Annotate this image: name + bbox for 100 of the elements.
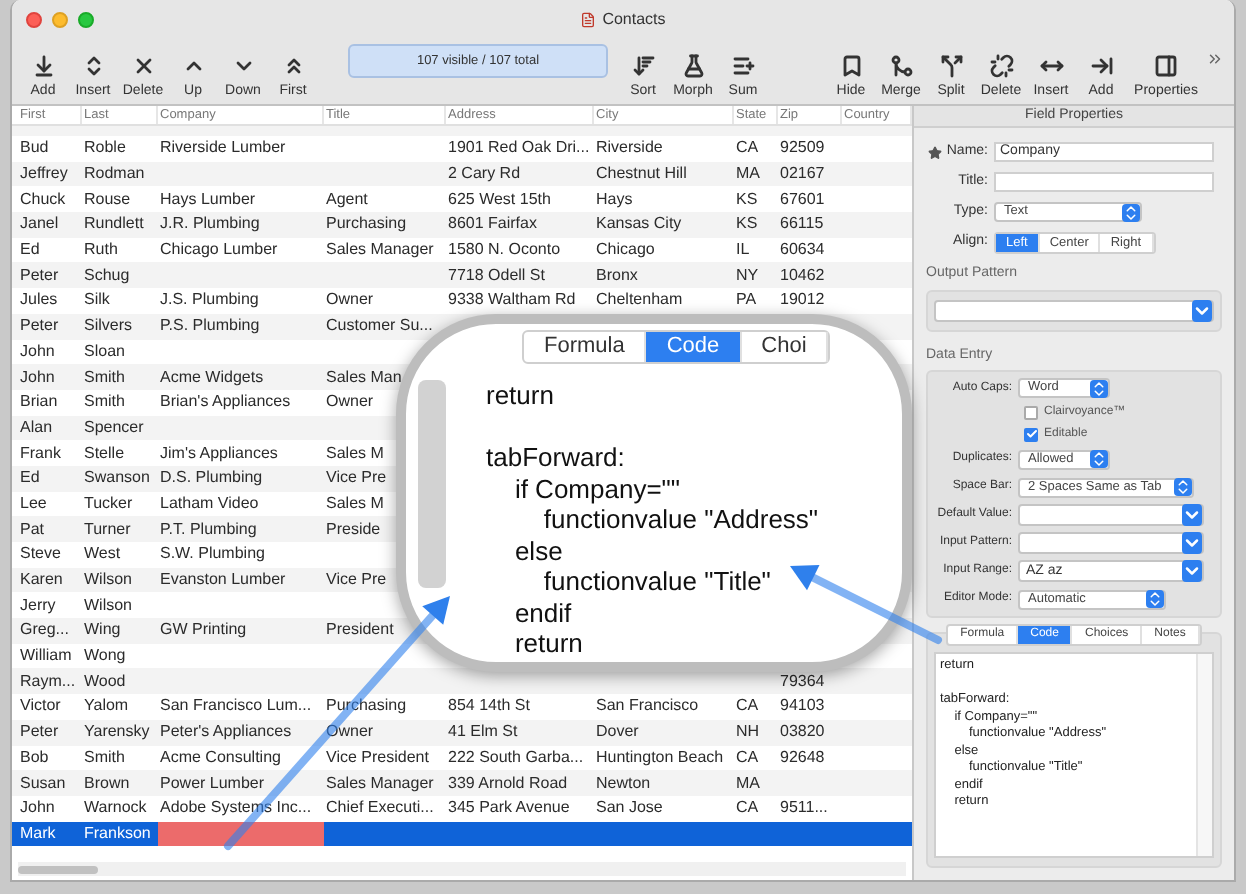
table-cell: John xyxy=(18,341,55,362)
table-cell: San Jose xyxy=(594,798,663,819)
table-cell: Mark xyxy=(18,823,56,844)
table-cell: 66115 xyxy=(778,214,824,235)
table-cell: Chicago xyxy=(594,240,655,261)
table-cell: Riverside xyxy=(594,138,663,159)
table-cell: Huntington Beach xyxy=(594,747,724,768)
table-cell: 03820 xyxy=(778,722,825,743)
table-cell: 9511... xyxy=(778,798,828,819)
table-cell: 9338 Waltham Rd xyxy=(446,290,576,311)
table-cell: 854 14th St xyxy=(446,696,530,717)
table-cell: William xyxy=(18,646,72,667)
table-cell: Sales M xyxy=(324,493,384,514)
table-cell: Stelle xyxy=(82,443,125,464)
table-cell: Jim's Appliances xyxy=(158,443,278,464)
table-cell: Owner xyxy=(324,392,374,413)
table-cell: Silvers xyxy=(82,316,133,337)
table-cell: Vice President xyxy=(324,747,429,768)
table-cell: CA xyxy=(734,798,759,819)
table-cell: 41 Elm St xyxy=(446,722,518,743)
table-cell: KS xyxy=(734,189,758,210)
table-cell: KS xyxy=(734,214,758,235)
table-cell: Acme Consulting xyxy=(158,747,281,768)
table-cell: Jerry xyxy=(18,595,56,616)
table-cell: Peter's Appliances xyxy=(158,722,292,743)
table-cell: Wilson xyxy=(82,595,133,616)
table-cell: Peter xyxy=(18,265,59,286)
table-cell: Brian's Appliances xyxy=(158,392,291,413)
table-cell: Hays xyxy=(594,189,633,210)
table-cell: 339 Arnold Road xyxy=(446,773,568,794)
table-cell: Agent xyxy=(324,189,368,210)
table-cell: John xyxy=(18,367,55,388)
table-cell: West xyxy=(82,544,121,565)
table-cell: Riverside Lumber xyxy=(158,138,286,159)
table-cell: Victor xyxy=(18,696,61,717)
table-cell: Ed xyxy=(18,240,40,261)
table-cell: Newton xyxy=(594,773,651,794)
table-cell: 222 South Garba... xyxy=(446,747,584,768)
table-cell: 1901 Red Oak Dri... xyxy=(446,138,590,159)
table-cell: Smith xyxy=(82,392,125,413)
table-cell: Latham Video xyxy=(158,493,259,514)
table-cell: MA xyxy=(734,164,760,185)
table-cell: Sales Man xyxy=(324,367,402,388)
table-cell: Janel xyxy=(18,214,59,235)
table-cell: Evanston Lumber xyxy=(158,570,286,591)
table-cell: 19012 xyxy=(778,290,825,311)
table-cell: Steve xyxy=(18,544,61,565)
table-cell: NH xyxy=(734,722,760,743)
table-cell: San Francisco Lum... xyxy=(158,696,312,717)
table-cell: CA xyxy=(734,747,759,768)
table-cell: 8601 Fairfax xyxy=(446,214,537,235)
table-cell: Spencer xyxy=(82,417,144,438)
table-cell: San Francisco xyxy=(594,696,699,717)
table-cell: Lee xyxy=(18,493,47,514)
table-cell: GW Printing xyxy=(158,620,247,641)
table-cell: Silk xyxy=(82,290,110,311)
table-cell: P.T. Plumbing xyxy=(158,519,257,540)
table-cell: Chuck xyxy=(18,189,66,210)
table-cell: Swanson xyxy=(82,468,150,489)
table-cell: Turner xyxy=(82,519,131,540)
table-cell: Peter xyxy=(18,316,59,337)
table-cell: Karen xyxy=(18,570,63,591)
table-cell: Vice Pre xyxy=(324,468,387,489)
table-cell: Sloan xyxy=(82,341,125,362)
table-cell: Bob xyxy=(18,747,49,768)
table-cell: Susan xyxy=(18,773,66,794)
table-cell: Hays Lumber xyxy=(158,189,256,210)
table-cell: Sales Manager xyxy=(324,773,434,794)
table-cell: Warnock xyxy=(82,798,147,819)
table-cell: MA xyxy=(734,773,760,794)
table-cell: CA xyxy=(734,696,759,717)
table-cell: Ruth xyxy=(82,240,118,261)
table-cell: Brian xyxy=(18,392,58,413)
table-cell: Rodman xyxy=(82,164,145,185)
table-cell: Bud xyxy=(18,138,49,159)
table-cell: NY xyxy=(734,265,759,286)
table-cell: 92509 xyxy=(778,138,825,159)
table-cell: Tucker xyxy=(82,493,133,514)
table-cell: Jules xyxy=(18,290,58,311)
table-cell: Brown xyxy=(82,773,130,794)
table-cell: Sales Manager xyxy=(324,240,434,261)
table-cell: 67601 xyxy=(778,189,825,210)
table-cell: Purchasing xyxy=(324,214,407,235)
table-cell: Greg... xyxy=(18,620,69,641)
table-cell: 1580 N. Oconto xyxy=(446,240,561,261)
table-cell: Frank xyxy=(18,443,61,464)
table-cell: Chestnut Hill xyxy=(594,164,687,185)
table-cell: Dover xyxy=(594,722,639,743)
table-cell: Cheltenham xyxy=(594,290,683,311)
table-cell: Owner xyxy=(324,290,374,311)
table-cell: Schug xyxy=(82,265,130,286)
table-cell: IL xyxy=(734,240,750,261)
table-cell: John xyxy=(18,798,55,819)
table-cell: Customer Su... xyxy=(324,316,433,337)
table-cell: Yalom xyxy=(82,696,129,717)
table-cell: 10462 xyxy=(778,265,825,286)
table-cell: PA xyxy=(734,290,757,311)
table-cell: Wing xyxy=(82,620,121,641)
table-cell: Wong xyxy=(82,646,126,667)
table-cell: Peter xyxy=(18,722,59,743)
